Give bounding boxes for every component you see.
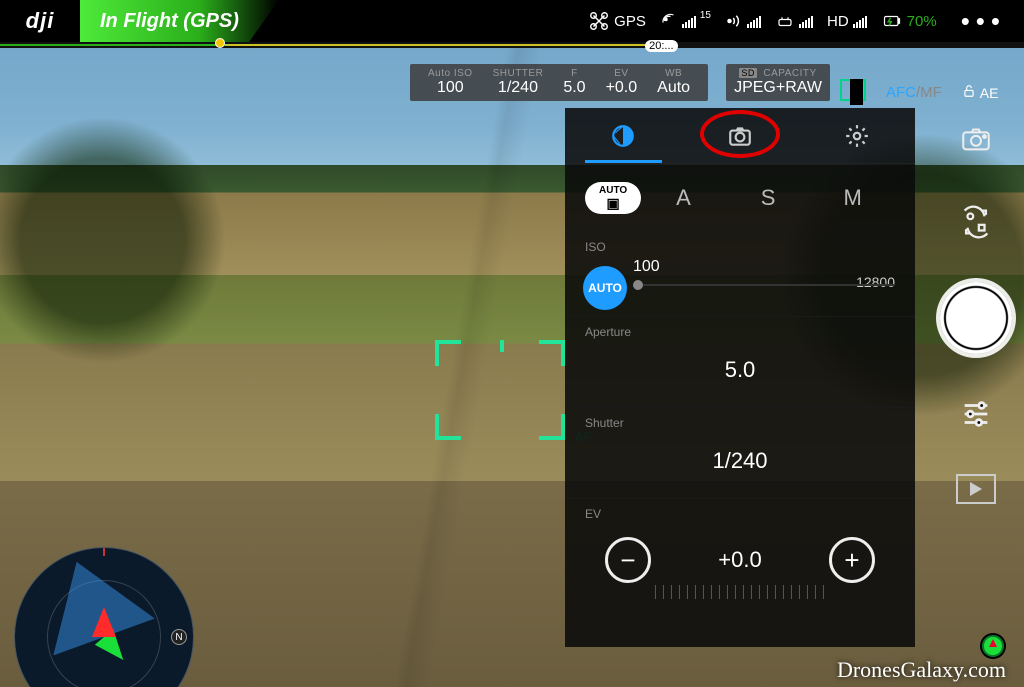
ev-label: EV bbox=[606, 68, 638, 79]
ev-section: EV − +0.0 + bbox=[565, 499, 915, 603]
tab-general-settings[interactable] bbox=[798, 108, 915, 163]
shutter-section[interactable]: Shutter 1/240 bbox=[565, 408, 915, 499]
unlock-icon bbox=[962, 84, 976, 101]
settings-tab-row bbox=[565, 108, 915, 164]
iso-max-value: 12800 bbox=[856, 274, 895, 290]
battery-indicator[interactable]: 70% bbox=[881, 12, 937, 30]
mode-m-button[interactable]: M bbox=[810, 185, 895, 211]
iso-section-title: ISO bbox=[585, 240, 895, 254]
camera-icon: ▣ bbox=[606, 196, 619, 210]
app-screen: dji In Flight (GPS) GPS 15 HD bbox=[0, 0, 1024, 687]
camera-settings-panel: AUTO ▣ A S M ISO AUTO 100 12800 Aperture… bbox=[565, 108, 915, 647]
controller-signal-indicator[interactable] bbox=[775, 12, 813, 30]
aperture-label: F bbox=[563, 68, 585, 79]
tab-photo[interactable] bbox=[682, 108, 799, 163]
satellite-count: 15 bbox=[700, 10, 711, 21]
iso-section: ISO AUTO 100 12800 bbox=[565, 232, 915, 317]
iso-auto-badge[interactable]: AUTO bbox=[583, 266, 627, 310]
ae-lock-button[interactable]: AE bbox=[952, 70, 1009, 101]
adjust-sliders-button[interactable] bbox=[946, 390, 1006, 438]
home-point-marker bbox=[215, 38, 225, 48]
top-status-bar: dji In Flight (GPS) GPS 15 HD bbox=[0, 0, 1024, 42]
rc-signal-indicator[interactable] bbox=[725, 12, 761, 30]
afc-label: AFC bbox=[886, 84, 916, 101]
satellite-indicator[interactable]: 15 bbox=[660, 12, 711, 30]
hd-signal-indicator[interactable]: HD bbox=[827, 13, 867, 30]
tab-exposure[interactable] bbox=[565, 108, 682, 163]
switch-photo-video-button[interactable] bbox=[946, 198, 1006, 246]
mode-auto-button[interactable]: AUTO ▣ bbox=[585, 182, 641, 214]
right-control-column bbox=[928, 108, 1024, 687]
wb-label: WB bbox=[657, 68, 690, 79]
ev-value: +0.0 bbox=[606, 79, 638, 97]
aperture-value: 5.0 bbox=[563, 79, 585, 97]
afc-mf-toggle[interactable]: AFC/MF bbox=[876, 70, 952, 101]
status-indicators: GPS 15 HD 70% ••• bbox=[588, 6, 1024, 37]
dji-logo: dji bbox=[0, 8, 80, 34]
flight-mode-icon[interactable]: GPS bbox=[588, 10, 646, 32]
exposure-mode-row: AUTO ▣ A S M bbox=[565, 164, 915, 232]
flight-status-banner[interactable]: In Flight (GPS) bbox=[80, 0, 279, 42]
capacity-label: CAPACITY bbox=[763, 68, 816, 79]
ev-increase-button[interactable]: + bbox=[829, 537, 875, 583]
iso-slider-track[interactable] bbox=[633, 284, 895, 286]
shutter-section-value: 1/240 bbox=[585, 438, 895, 484]
mode-a-button[interactable]: A bbox=[641, 185, 726, 211]
mf-label: /MF bbox=[916, 84, 942, 101]
wb-value: Auto bbox=[657, 79, 690, 97]
ae-label: AE bbox=[980, 85, 999, 101]
shutter-label: SHUTTER bbox=[493, 68, 544, 79]
ev-section-value: +0.0 bbox=[718, 547, 761, 573]
mini-compass-icon[interactable] bbox=[982, 635, 1004, 657]
aperture-section-value: 5.0 bbox=[585, 347, 895, 393]
shutter-value: 1/240 bbox=[493, 79, 544, 97]
remaining-time: 20:... bbox=[645, 40, 677, 52]
playback-button[interactable] bbox=[956, 474, 996, 504]
shutter-button[interactable] bbox=[940, 282, 1012, 354]
sd-badge: SD bbox=[739, 68, 757, 78]
ev-section-title: EV bbox=[585, 507, 895, 521]
north-indicator: N bbox=[171, 629, 187, 645]
watermark-text: DronesGalaxy.com bbox=[837, 657, 1006, 683]
ev-decrease-button[interactable]: − bbox=[605, 537, 651, 583]
more-menu-button[interactable]: ••• bbox=[951, 6, 1006, 37]
iso-current-value: 100 bbox=[633, 258, 660, 276]
camera-params-bar[interactable]: Auto ISO100 SHUTTER1/240 F5.0 EV+0.0 WBA… bbox=[410, 60, 1014, 105]
play-icon bbox=[970, 482, 982, 496]
shutter-section-title: Shutter bbox=[585, 416, 895, 430]
aperture-section[interactable]: Aperture 5.0 bbox=[565, 317, 915, 408]
iso-value: 100 bbox=[428, 79, 473, 97]
iso-slider-thumb[interactable] bbox=[633, 280, 643, 290]
iso-label: Auto ISO bbox=[428, 68, 473, 79]
image-format-value: JPEG+RAW bbox=[734, 79, 822, 97]
gps-label: GPS bbox=[614, 13, 646, 30]
camera-settings-button[interactable] bbox=[946, 114, 1006, 162]
focus-mode-brackets-button[interactable] bbox=[830, 69, 876, 101]
mode-s-button[interactable]: S bbox=[726, 185, 811, 211]
autofocus-target[interactable]: AF bbox=[435, 340, 565, 440]
battery-timeline: 20:... bbox=[0, 42, 1024, 48]
aperture-section-title: Aperture bbox=[585, 325, 895, 339]
hd-label: HD bbox=[827, 13, 849, 30]
battery-percentage: 70% bbox=[907, 13, 937, 30]
ev-scale bbox=[655, 585, 825, 599]
